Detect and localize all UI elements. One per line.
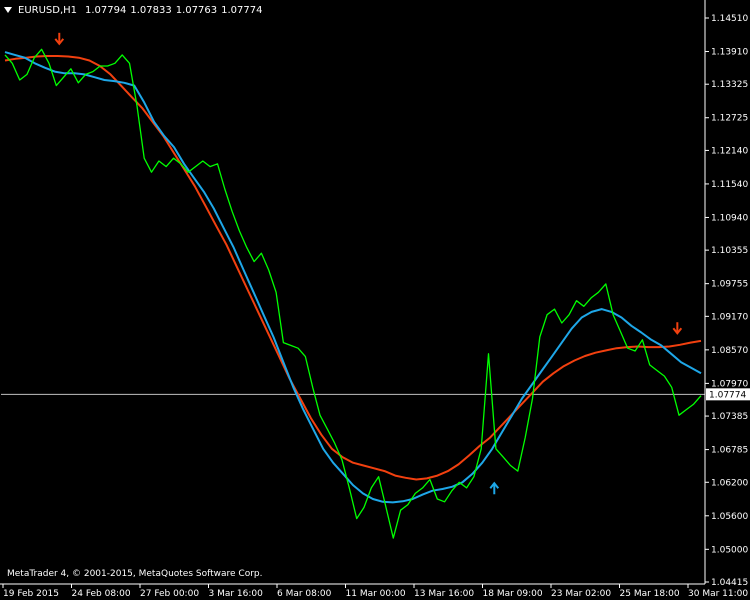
price-series-group	[4, 48, 702, 539]
price-tick-label: 1.05600	[711, 512, 748, 522]
time-tick-label: 3 Mar 16:00	[209, 589, 264, 599]
ohlc-close: 1.07774	[221, 4, 263, 16]
chart-menu-triangle-icon[interactable]	[4, 7, 12, 13]
fast-ma-line	[4, 51, 702, 504]
ohlc-low: 1.07763	[175, 4, 218, 16]
price-tick-label: 1.12140	[711, 146, 748, 156]
chart-window[interactable]: 1.14510 1.13910 1.13325 1.12725 1.12140 1.115…	[0, 0, 750, 600]
axes-group: 1.14510 1.13910 1.13325 1.12725 1.12140 1.115…	[0, 0, 750, 599]
price-tick-label: 1.10355	[711, 246, 748, 256]
chart-header: EURUSD,H1 1.07794 1.07833 1.07763 1.0777…	[4, 3, 262, 17]
ohlc-open: 1.07794	[85, 4, 127, 16]
price-tick-label: 1.14510	[711, 14, 748, 24]
time-tick-label: 27 Feb 00:00	[140, 589, 199, 599]
time-tick-label: 13 Mar 16:00	[414, 589, 474, 599]
price-tick-label: 1.06785	[711, 446, 748, 456]
price-tick-label: 1.09170	[711, 312, 748, 322]
price-tick-label: 1.05000	[711, 545, 748, 555]
time-tick-label: 23 Mar 02:00	[551, 589, 611, 599]
slow-ma-group	[4, 55, 702, 481]
price-tick-label: 1.08570	[711, 346, 748, 356]
time-tick-label: 18 Mar 09:00	[483, 589, 543, 599]
price-tick-label: 1.12725	[711, 114, 748, 124]
current-price-label: 1.07774	[709, 390, 746, 400]
time-tick-label: 6 Mar 08:00	[277, 589, 332, 599]
sell-arrow-icon-0	[54, 32, 65, 46]
time-tick-label: 24 Feb 08:00	[72, 589, 131, 599]
time-tick-label: 25 Mar 18:00	[620, 589, 680, 599]
signal-arrows-group	[54, 32, 683, 495]
price-tick-label: 1.09755	[711, 280, 748, 290]
price-tick-label: 1.13325	[711, 80, 748, 90]
chart-canvas[interactable]: 1.14510 1.13910 1.13325 1.12725 1.12140 1.115…	[0, 0, 750, 600]
slow-ma-line	[4, 55, 702, 481]
price-line	[4, 48, 702, 539]
time-tick-label: 19 Feb 2015	[3, 589, 59, 599]
symbol-timeframe: EURUSD,H1	[18, 4, 78, 16]
price-tick-label: 1.06200	[711, 478, 748, 488]
price-tick-label: 1.07385	[711, 412, 748, 422]
ohlc-high: 1.07833	[130, 4, 172, 16]
price-tick-label: 1.07970	[711, 379, 748, 389]
copyright-text: MetaTrader 4, © 2001-2015, MetaQuotes So…	[7, 569, 263, 579]
time-tick-label: 30 Mar 11:00	[688, 589, 748, 599]
price-tick-label: 1.11540	[711, 180, 748, 190]
price-tick-label: 1.13910	[711, 48, 748, 58]
buy-arrow-icon-1	[489, 481, 500, 495]
sell-arrow-icon-2	[672, 322, 683, 335]
price-tick-label: 1.04415	[711, 578, 748, 588]
price-tick-label: 1.10940	[711, 213, 748, 223]
fast-ma-group	[4, 51, 702, 504]
time-tick-label: 11 Mar 00:00	[346, 589, 406, 599]
